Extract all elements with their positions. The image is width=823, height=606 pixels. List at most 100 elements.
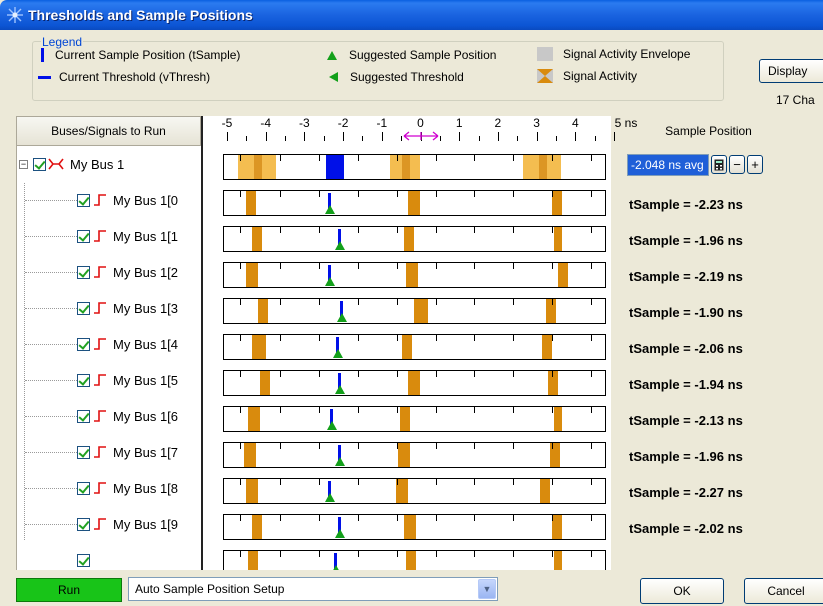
track-tick xyxy=(319,335,320,341)
ruler-tick-label: 3 xyxy=(533,116,540,130)
signal-checkbox[interactable] xyxy=(77,409,90,423)
timing-plot[interactable]: -5 -4 -3 -2 -1 0 1 2 3 4 5 ns xyxy=(201,116,637,576)
signal-label: My Bus 1[5 xyxy=(113,372,179,388)
signal-activity xyxy=(406,263,418,287)
signal-activity xyxy=(402,155,410,179)
tree-signal-row[interactable]: My Bus 1[6 xyxy=(17,398,201,434)
track-tick xyxy=(436,371,437,377)
display-button[interactable]: Display xyxy=(759,59,823,83)
tree-signal-row[interactable]: My Bus 1[8 xyxy=(17,470,201,506)
signal-activity-track[interactable] xyxy=(223,190,606,216)
signal-activity-track[interactable] xyxy=(223,370,606,396)
ok-button[interactable]: OK xyxy=(640,578,724,604)
signal-activity xyxy=(252,515,262,539)
tsample-value: tSample = -2.02 ns xyxy=(629,521,743,536)
tsample-value: tSample = -1.96 ns xyxy=(629,449,743,464)
chevron-down-icon[interactable]: ▼ xyxy=(478,579,496,599)
track-tick xyxy=(240,443,241,449)
collapse-icon[interactable]: − xyxy=(19,159,28,169)
signal-checkbox[interactable] xyxy=(77,229,90,243)
legend-threshold: Current Threshold (vThresh) xyxy=(38,70,210,84)
suggested-sample-marker xyxy=(325,205,335,214)
signal-icon xyxy=(94,266,106,278)
track-tick xyxy=(240,515,241,521)
tree-signal-row[interactable]: My Bus 1[0 xyxy=(17,182,201,218)
signal-checkbox[interactable] xyxy=(77,553,90,567)
calculator-icon xyxy=(714,159,724,171)
plus-icon: + xyxy=(751,157,759,172)
track-tick xyxy=(319,407,320,413)
signal-activity-track[interactable] xyxy=(223,478,606,504)
signal-activity xyxy=(552,191,562,215)
track-tick xyxy=(436,299,437,305)
tsample-value: tSample = -2.23 ns xyxy=(629,197,743,212)
tree-signal-row[interactable]: My Bus 1[7 xyxy=(17,434,201,470)
tsample-value: tSample = -1.94 ns xyxy=(629,377,743,392)
tree-header[interactable]: Buses/Signals to Run xyxy=(16,116,201,146)
tree-signal-row-partial[interactable] xyxy=(17,542,201,570)
ruler-minor-tick xyxy=(246,136,248,141)
signal-checkbox[interactable] xyxy=(77,373,90,387)
ruler-tick-label: 2 xyxy=(494,116,502,130)
signal-activity-track[interactable] xyxy=(223,442,606,468)
increment-button[interactable]: + xyxy=(747,155,763,174)
signal-label: My Bus 1[4 xyxy=(113,336,179,352)
decrement-button[interactable]: − xyxy=(729,155,745,174)
track-tick xyxy=(513,263,514,269)
track-tick xyxy=(474,443,475,449)
signal-checkbox[interactable] xyxy=(77,517,90,531)
signal-checkbox[interactable] xyxy=(77,337,90,351)
signal-activity-track[interactable] xyxy=(223,298,606,324)
signal-activity-track[interactable] xyxy=(223,406,606,432)
signal-activity-track[interactable] xyxy=(223,262,606,288)
track-tick xyxy=(474,299,475,305)
tree-signal-row[interactable]: My Bus 1[1 xyxy=(17,218,201,254)
run-button[interactable]: Run xyxy=(16,578,122,602)
signal-label: My Bus 1[0 xyxy=(113,192,179,208)
signal-tree[interactable]: − My Bus 1 My Bus 1[0 My Bus 1[1 My Bus 1[2 M… xyxy=(16,146,201,570)
channel-count-text: 17 Cha xyxy=(776,93,815,107)
tree-bus-row[interactable]: − My Bus 1 xyxy=(17,146,201,182)
signal-checkbox[interactable] xyxy=(77,193,90,207)
tree-signal-row[interactable]: My Bus 1[4 xyxy=(17,326,201,362)
sample-position-range[interactable] xyxy=(326,155,344,179)
signal-activity-track[interactable] xyxy=(223,334,606,360)
track-tick xyxy=(358,227,359,233)
bus-checkbox[interactable] xyxy=(33,157,46,171)
tree-signal-row[interactable]: My Bus 1[9 xyxy=(17,506,201,542)
track-tick xyxy=(240,479,241,485)
signal-activity xyxy=(552,515,562,539)
signal-activity-track[interactable] xyxy=(223,514,606,540)
legend-suggested-sample: Suggested Sample Position xyxy=(327,48,496,62)
track-tick xyxy=(280,227,281,233)
cancel-button[interactable]: Cancel xyxy=(744,578,823,604)
signal-checkbox[interactable] xyxy=(77,265,90,279)
track-tick xyxy=(436,263,437,269)
minus-icon: − xyxy=(733,157,741,172)
tree-signal-row[interactable]: My Bus 1[2 xyxy=(17,254,201,290)
track-tick xyxy=(319,299,320,305)
signal-label: My Bus 1[9 xyxy=(113,516,179,532)
tree-signal-row[interactable]: My Bus 1[5 xyxy=(17,362,201,398)
ruler-tick-label: -5 xyxy=(221,116,233,130)
envelope-icon xyxy=(537,47,553,61)
signal-checkbox[interactable] xyxy=(77,301,90,315)
sample-position-input[interactable]: -2.048 ns avg xyxy=(627,154,709,176)
track-tick xyxy=(358,515,359,521)
signal-activity-track[interactable] xyxy=(223,226,606,252)
legend-label: Legend xyxy=(41,35,84,49)
title-bar[interactable]: Thresholds and Sample Positions xyxy=(0,0,823,30)
track-tick xyxy=(552,299,553,305)
ruler-minor-tick xyxy=(439,136,441,141)
signal-icon xyxy=(94,410,106,422)
zero-drag-handle-icon[interactable] xyxy=(403,130,439,141)
tree-signal-row[interactable]: My Bus 1[3 xyxy=(17,290,201,326)
track-tick xyxy=(591,515,592,521)
track-tick xyxy=(436,191,437,197)
bus-activity-track[interactable] xyxy=(223,154,606,180)
setup-select[interactable]: Auto Sample Position Setup ▼ xyxy=(128,577,498,601)
track-tick xyxy=(240,191,241,197)
signal-checkbox[interactable] xyxy=(77,481,90,495)
calculator-button[interactable] xyxy=(711,155,727,174)
signal-checkbox[interactable] xyxy=(77,445,90,459)
